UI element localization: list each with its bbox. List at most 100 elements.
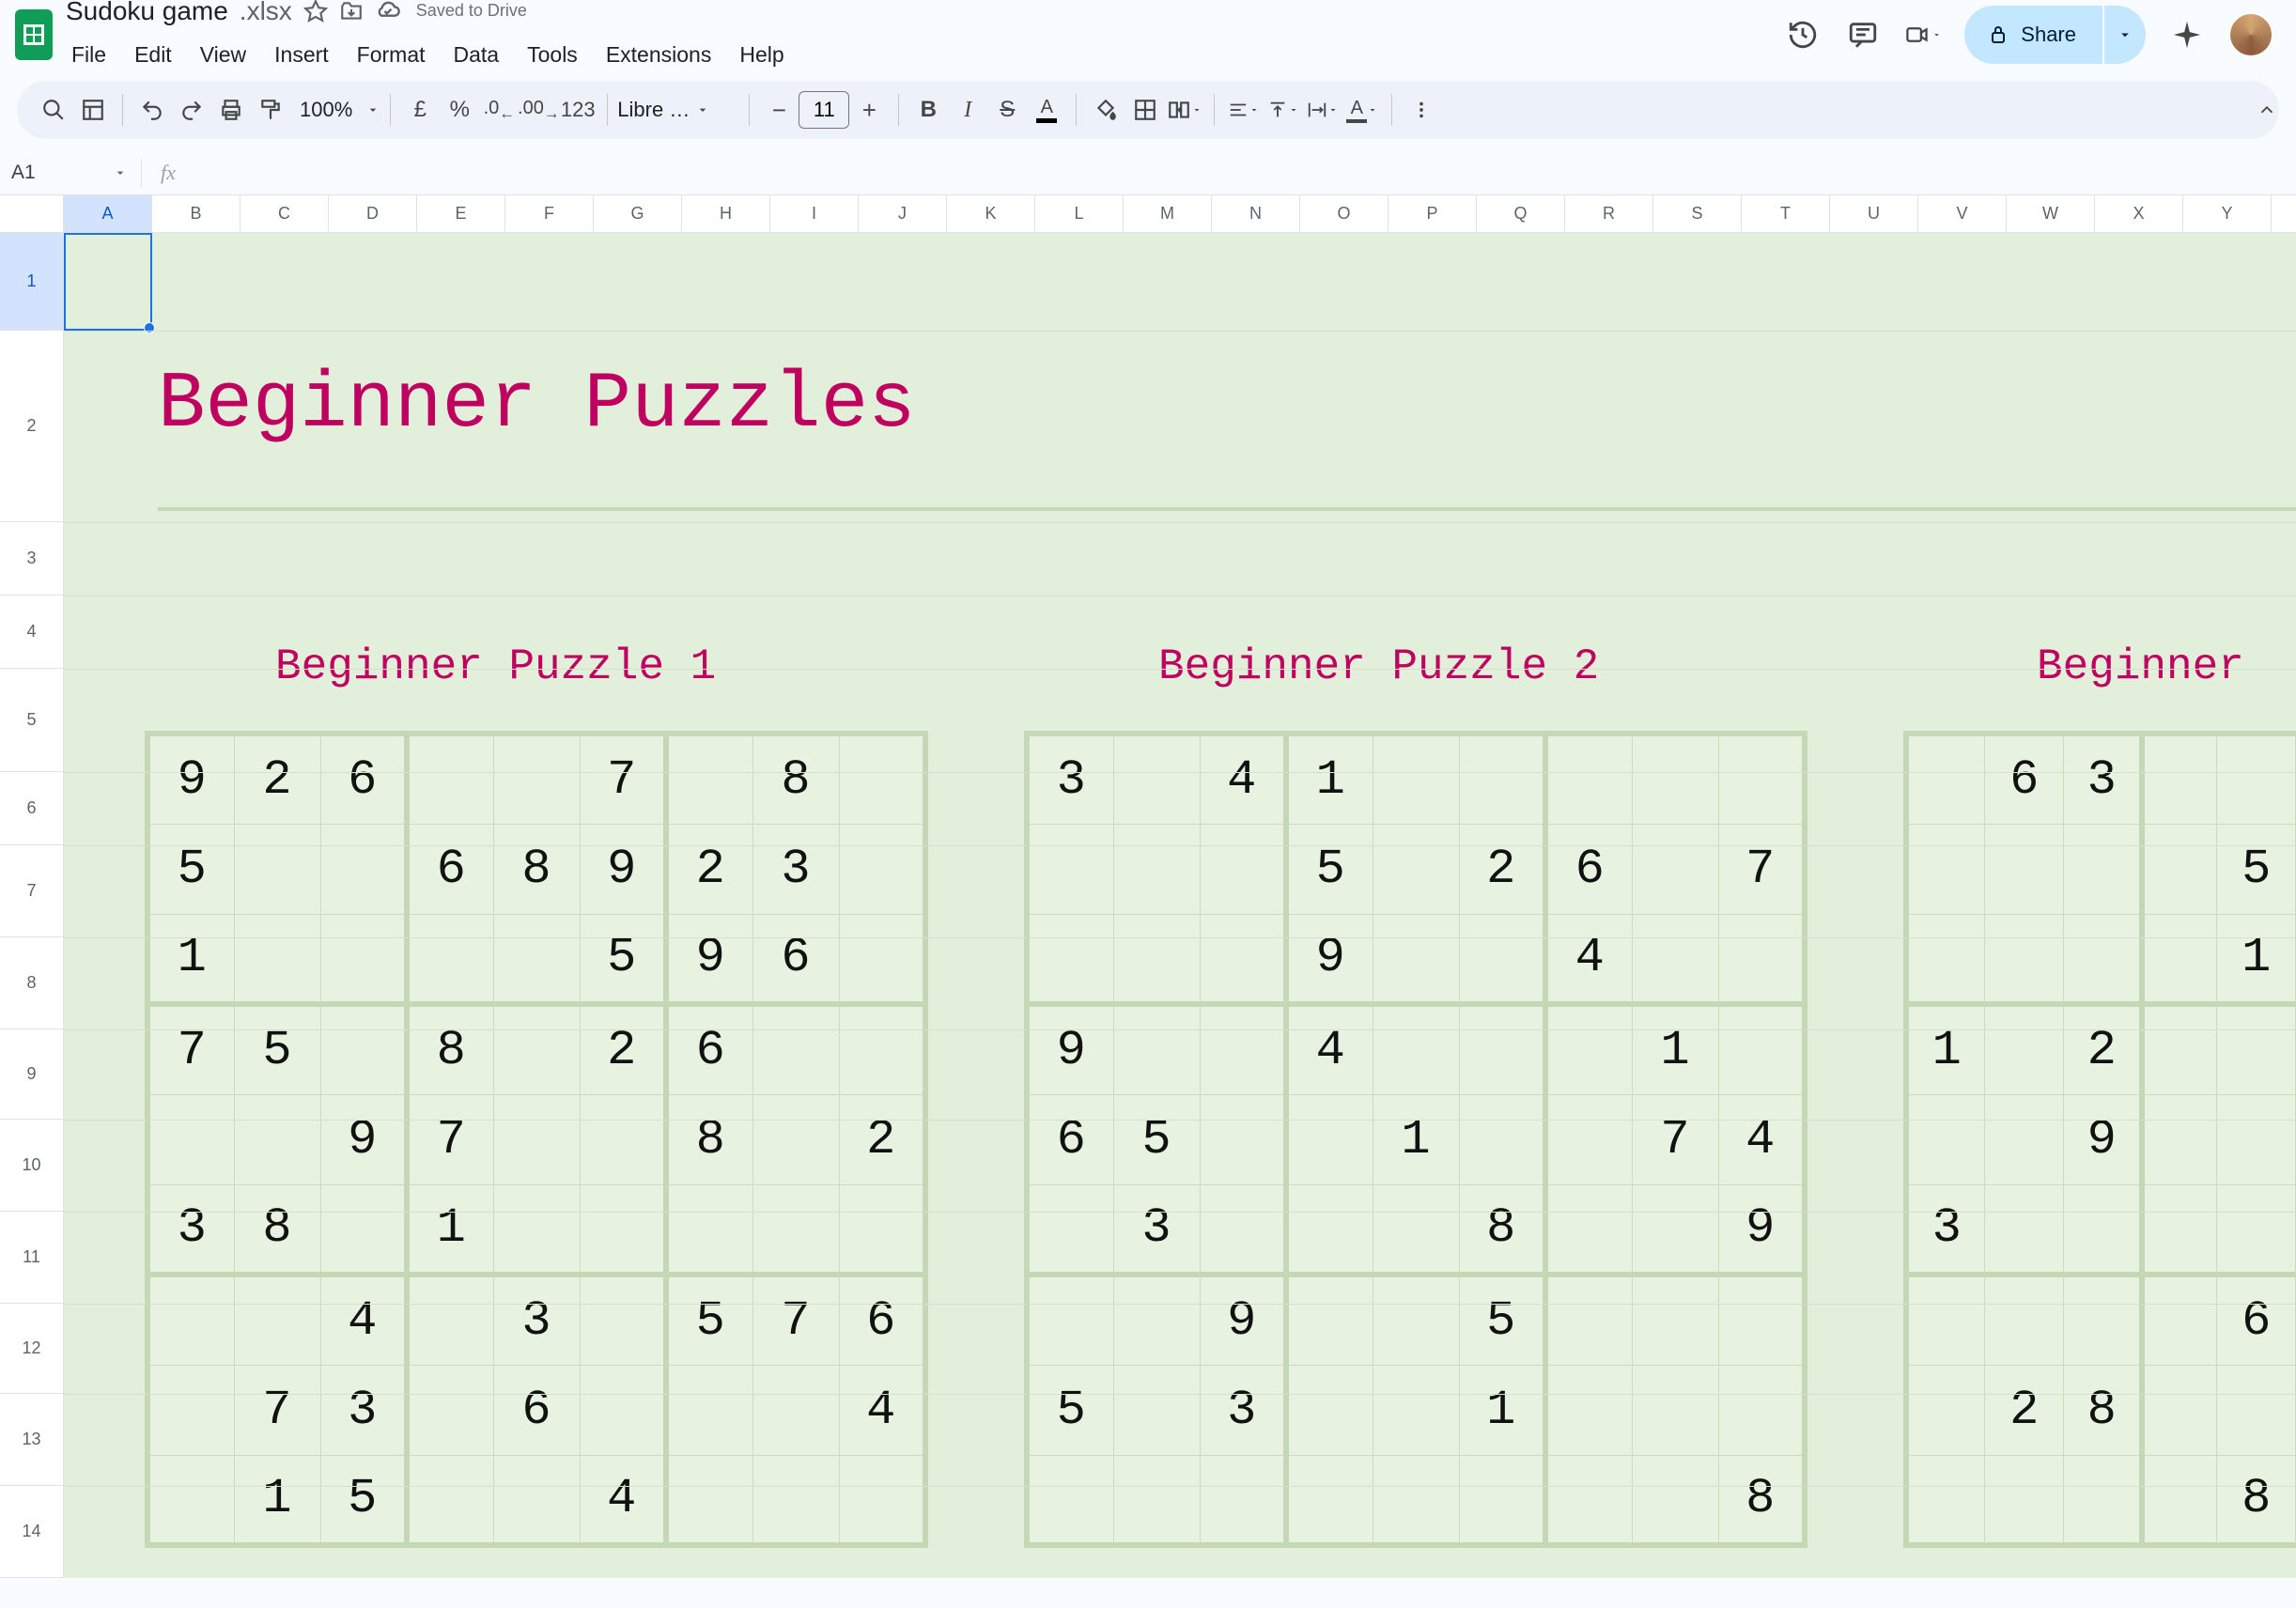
sudoku-cell[interactable] bbox=[1113, 1365, 1200, 1455]
sudoku-cell[interactable] bbox=[2142, 824, 2217, 914]
zoom-select[interactable]: 100% bbox=[290, 98, 380, 122]
sudoku-cell[interactable] bbox=[1906, 914, 1985, 1004]
sudoku-cell[interactable] bbox=[1985, 1004, 2064, 1094]
sudoku-cell[interactable]: 4 bbox=[580, 1455, 666, 1545]
sudoku-cell[interactable] bbox=[1545, 1275, 1632, 1365]
sudoku-cell[interactable] bbox=[1027, 824, 1113, 914]
sudoku-cell[interactable]: 9 bbox=[1286, 914, 1373, 1004]
col-header-D[interactable]: D bbox=[329, 195, 417, 232]
sudoku-cell[interactable] bbox=[493, 1184, 580, 1275]
row-header-9[interactable]: 9 bbox=[0, 1029, 64, 1120]
sudoku-cell[interactable]: 5 bbox=[147, 824, 234, 914]
sudoku-cell[interactable] bbox=[1113, 734, 1200, 824]
bold-icon[interactable]: B bbox=[908, 90, 948, 130]
menu-insert[interactable]: Insert bbox=[261, 37, 342, 73]
row-header-3[interactable]: 3 bbox=[0, 522, 64, 595]
sudoku-cell[interactable]: 5 bbox=[1459, 1275, 1545, 1365]
history-icon[interactable] bbox=[1784, 16, 1822, 54]
sudoku-cell[interactable]: 7 bbox=[1718, 824, 1805, 914]
sudoku-cell[interactable] bbox=[1200, 824, 1286, 914]
sudoku-cell[interactable]: 6 bbox=[1985, 734, 2064, 824]
sudoku-cell[interactable] bbox=[1985, 1455, 2064, 1545]
sudoku-cell[interactable] bbox=[1459, 914, 1545, 1004]
sudoku-cell[interactable] bbox=[1113, 1275, 1200, 1365]
sudoku-cell[interactable]: 9 bbox=[320, 1094, 407, 1184]
sudoku-cell[interactable]: 6 bbox=[752, 914, 839, 1004]
sudoku-cell[interactable]: 6 bbox=[2217, 1275, 2296, 1365]
sudoku-cell[interactable] bbox=[1545, 1455, 1632, 1545]
search-menus-icon[interactable] bbox=[34, 90, 73, 130]
col-header-Q[interactable]: Q bbox=[1477, 195, 1565, 232]
sudoku-cell[interactable]: 4 bbox=[839, 1365, 925, 1455]
sudoku-cell[interactable] bbox=[839, 1455, 925, 1545]
sudoku-cell[interactable]: 6 bbox=[320, 734, 407, 824]
col-header-W[interactable]: W bbox=[2007, 195, 2095, 232]
sudoku-cell[interactable] bbox=[1373, 1184, 1459, 1275]
sudoku-cell[interactable] bbox=[1545, 734, 1632, 824]
redo-icon[interactable] bbox=[172, 90, 211, 130]
menu-view[interactable]: View bbox=[187, 37, 259, 73]
sudoku-cell[interactable]: 1 bbox=[1906, 1004, 1985, 1094]
sudoku-cell[interactable] bbox=[2142, 1094, 2217, 1184]
sudoku-cell[interactable] bbox=[1545, 1004, 1632, 1094]
sudoku-cell[interactable]: 1 bbox=[407, 1184, 493, 1275]
sudoku-cell[interactable]: 9 bbox=[666, 914, 752, 1004]
menu-help[interactable]: Help bbox=[726, 37, 797, 73]
sudoku-cell[interactable]: 7 bbox=[752, 1275, 839, 1365]
doc-title[interactable]: Sudoku game bbox=[66, 0, 228, 26]
sudoku-cell[interactable] bbox=[1906, 1455, 1985, 1545]
sudoku-cell[interactable] bbox=[1200, 914, 1286, 1004]
col-header-X[interactable]: X bbox=[2095, 195, 2183, 232]
sudoku-cell[interactable] bbox=[2063, 914, 2142, 1004]
sudoku-cell[interactable]: 4 bbox=[1200, 734, 1286, 824]
sudoku-cell[interactable]: 2 bbox=[666, 824, 752, 914]
share-button[interactable]: Share bbox=[1964, 6, 2102, 64]
sudoku-puzzle-3[interactable]: 635112936288 bbox=[1903, 731, 2296, 1548]
sudoku-cell[interactable]: 7 bbox=[580, 734, 666, 824]
sudoku-cell[interactable] bbox=[407, 1365, 493, 1455]
sudoku-cell[interactable] bbox=[1373, 1455, 1459, 1545]
sudoku-cell[interactable]: 8 bbox=[1718, 1455, 1805, 1545]
sudoku-cell[interactable]: 9 bbox=[1027, 1004, 1113, 1094]
sudoku-cell[interactable] bbox=[1545, 1094, 1632, 1184]
sudoku-cell[interactable] bbox=[1113, 914, 1200, 1004]
row-header-8[interactable]: 8 bbox=[0, 937, 64, 1029]
row-header-11[interactable]: 11 bbox=[0, 1212, 64, 1304]
sudoku-cell[interactable]: 3 bbox=[493, 1275, 580, 1365]
sudoku-cell[interactable] bbox=[1373, 1275, 1459, 1365]
sudoku-cell[interactable] bbox=[493, 734, 580, 824]
sudoku-cell[interactable] bbox=[1459, 1004, 1545, 1094]
star-icon[interactable] bbox=[303, 0, 328, 23]
sudoku-cell[interactable]: 4 bbox=[1718, 1094, 1805, 1184]
sudoku-cell[interactable] bbox=[1027, 1184, 1113, 1275]
sudoku-cell[interactable]: 3 bbox=[2063, 734, 2142, 824]
sudoku-cell[interactable]: 7 bbox=[234, 1365, 320, 1455]
italic-icon[interactable]: I bbox=[948, 90, 987, 130]
cloud-saved-icon[interactable] bbox=[375, 0, 401, 24]
sudoku-cell[interactable] bbox=[320, 1004, 407, 1094]
sudoku-cell[interactable]: 5 bbox=[1027, 1365, 1113, 1455]
row-header-14[interactable]: 14 bbox=[0, 1486, 64, 1578]
sudoku-cell[interactable]: 9 bbox=[580, 824, 666, 914]
h-align-icon[interactable] bbox=[1224, 90, 1264, 130]
menu-extensions[interactable]: Extensions bbox=[593, 37, 725, 73]
row-headers[interactable]: 123456789101112131415 bbox=[0, 233, 64, 1578]
sudoku-cell[interactable] bbox=[839, 734, 925, 824]
sudoku-cell[interactable] bbox=[1718, 1275, 1805, 1365]
col-header-M[interactable]: M bbox=[1124, 195, 1212, 232]
sudoku-cell[interactable] bbox=[752, 1094, 839, 1184]
sudoku-cell[interactable] bbox=[1373, 824, 1459, 914]
sudoku-cell[interactable] bbox=[1459, 734, 1545, 824]
sudoku-cell[interactable] bbox=[234, 1275, 320, 1365]
decrease-font-icon[interactable]: − bbox=[759, 90, 799, 130]
sudoku-cell[interactable] bbox=[2142, 1365, 2217, 1455]
row-header-2[interactable]: 2 bbox=[0, 331, 64, 522]
sudoku-cell[interactable] bbox=[1906, 1094, 1985, 1184]
sudoku-cell[interactable] bbox=[1632, 1455, 1718, 1545]
sudoku-cell[interactable] bbox=[2142, 1004, 2217, 1094]
sudoku-cell[interactable]: 3 bbox=[320, 1365, 407, 1455]
sudoku-cell[interactable] bbox=[407, 734, 493, 824]
sudoku-cell[interactable]: 4 bbox=[320, 1275, 407, 1365]
collapse-toolbar-icon[interactable] bbox=[2247, 90, 2287, 130]
row-header-13[interactable]: 13 bbox=[0, 1394, 64, 1486]
